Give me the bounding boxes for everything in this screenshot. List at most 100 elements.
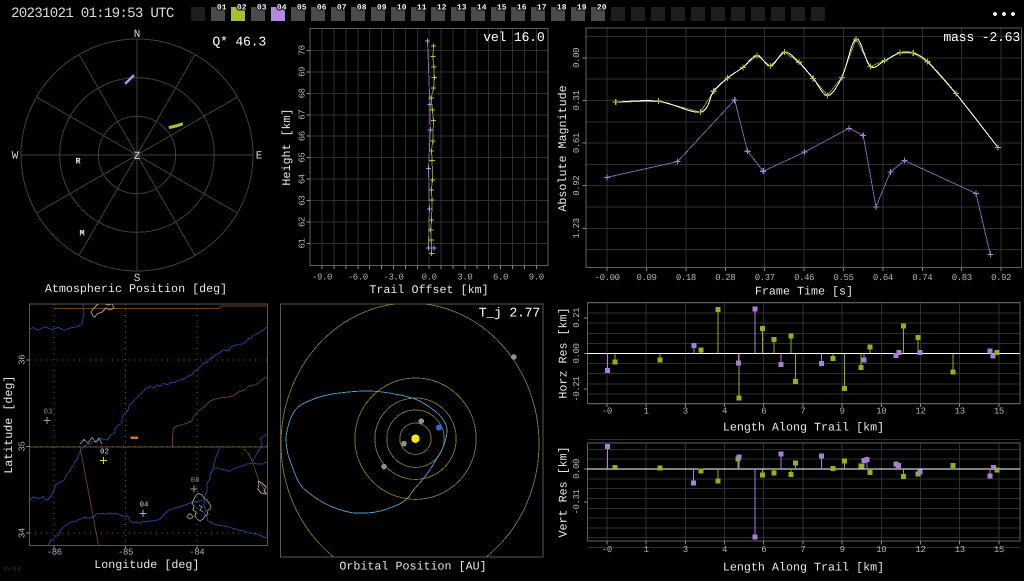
- svg-text:Q* 46.3: Q* 46.3: [212, 35, 266, 50]
- svg-text:10: 10: [876, 407, 886, 417]
- svg-text:62: 62: [298, 217, 308, 227]
- svg-text:-3.0: -3.0: [383, 273, 403, 283]
- svg-text:-84: -84: [189, 548, 204, 558]
- svg-text:1: 1: [644, 407, 649, 417]
- svg-text:6: 6: [761, 407, 766, 417]
- svg-text:W: W: [12, 151, 19, 163]
- svg-text:04: 04: [139, 501, 149, 510]
- svg-text:T_j 2.77: T_j 2.77: [479, 306, 540, 321]
- svg-text:0.31: 0.31: [572, 90, 582, 110]
- svg-text:14: 14: [477, 4, 487, 13]
- svg-text:0.0: 0.0: [422, 273, 437, 283]
- svg-text:E: E: [256, 151, 263, 163]
- svg-text:Length Along Trail [km]: Length Along Trail [km]: [723, 561, 884, 575]
- svg-text:35: 35: [18, 441, 28, 451]
- svg-text:Horz Res [km]: Horz Res [km]: [557, 307, 571, 398]
- svg-text:vel 16.0: vel 16.0: [483, 30, 545, 45]
- svg-text:13: 13: [457, 4, 467, 13]
- svg-text:-85: -85: [118, 548, 133, 558]
- svg-text:-0.00: -0.00: [595, 273, 620, 283]
- svg-text:0.37: 0.37: [755, 273, 775, 283]
- svg-text:0.92: 0.92: [572, 176, 582, 196]
- svg-text:3: 3: [683, 545, 688, 555]
- svg-text:0.18: 0.18: [676, 273, 696, 283]
- svg-text:04: 04: [277, 4, 287, 13]
- svg-text:Height [km]: Height [km]: [280, 108, 294, 185]
- svg-text:06: 06: [317, 4, 327, 13]
- svg-text:10: 10: [876, 545, 886, 555]
- svg-text:-0.21: -0.21: [572, 377, 582, 402]
- svg-text:Latitude [deg]: Latitude [deg]: [2, 376, 16, 474]
- svg-text:Vert Res [km]: Vert Res [km]: [557, 446, 571, 537]
- svg-text:9: 9: [840, 545, 845, 555]
- svg-text:1: 1: [644, 545, 649, 555]
- svg-text:20231021 01:19:53 UTC: 20231021 01:19:53 UTC: [11, 6, 174, 22]
- svg-text:-9.0: -9.0: [312, 273, 332, 283]
- svg-text:05: 05: [297, 4, 307, 13]
- svg-text:7: 7: [800, 545, 805, 555]
- svg-text:13: 13: [955, 407, 965, 417]
- svg-text:0.09: 0.09: [636, 273, 656, 283]
- svg-text:34: 34: [18, 528, 28, 538]
- svg-text:-6.0: -6.0: [348, 273, 368, 283]
- svg-text:01: 01: [217, 4, 227, 13]
- svg-text:08: 08: [190, 476, 199, 485]
- svg-text:Frame Time [s]: Frame Time [s]: [755, 285, 853, 299]
- svg-text:Longitude [deg]: Longitude [deg]: [94, 558, 199, 572]
- svg-text:18: 18: [557, 4, 567, 13]
- svg-text:02: 02: [100, 448, 109, 457]
- svg-text:0.00: 0.00: [572, 459, 582, 479]
- svg-text:3.0: 3.0: [457, 273, 472, 283]
- svg-text:0.00: 0.00: [572, 48, 582, 68]
- svg-text:0.83: 0.83: [952, 273, 972, 283]
- svg-text:08: 08: [357, 4, 367, 13]
- svg-text:Atmospheric Position [deg]: Atmospheric Position [deg]: [45, 282, 227, 296]
- svg-text:63: 63: [298, 196, 308, 206]
- svg-text:03: 03: [257, 4, 267, 13]
- svg-text:66: 66: [298, 131, 308, 141]
- svg-text:69: 69: [298, 67, 308, 77]
- svg-text:0.92: 0.92: [991, 273, 1011, 283]
- svg-text:15: 15: [497, 4, 507, 13]
- svg-text:11: 11: [417, 4, 427, 13]
- svg-text:10: 10: [397, 4, 407, 13]
- svg-text:70: 70: [298, 45, 308, 55]
- svg-text:-0: -0: [602, 407, 612, 417]
- svg-text:0.74: 0.74: [912, 273, 932, 283]
- svg-text:-0: -0: [602, 545, 612, 555]
- svg-text:6: 6: [761, 545, 766, 555]
- svg-text:16: 16: [517, 4, 527, 13]
- svg-text:0.64: 0.64: [873, 273, 893, 283]
- svg-text:7: 7: [800, 407, 805, 417]
- svg-text:1.23: 1.23: [572, 218, 582, 238]
- svg-text:0.21: 0.21: [572, 308, 582, 328]
- svg-text:0.46: 0.46: [794, 273, 814, 283]
- svg-text:68: 68: [298, 88, 308, 98]
- svg-text:Z: Z: [134, 151, 141, 163]
- svg-text:6.0: 6.0: [493, 273, 508, 283]
- svg-text:9.0: 9.0: [529, 273, 544, 283]
- svg-text:0.55: 0.55: [833, 273, 853, 283]
- svg-text:03: 03: [43, 408, 53, 417]
- svg-text:Trail Offset [km]: Trail Offset [km]: [369, 283, 488, 297]
- svg-text:15: 15: [994, 407, 1004, 417]
- svg-text:M: M: [79, 229, 84, 239]
- svg-text:R: R: [75, 157, 81, 167]
- svg-text:Absolute Magnitude: Absolute Magnitude: [556, 85, 570, 211]
- svg-text:0.00: 0.00: [572, 343, 582, 363]
- svg-text:4: 4: [722, 545, 727, 555]
- svg-text:9: 9: [840, 407, 845, 417]
- svg-text:02: 02: [237, 4, 247, 13]
- svg-text:17: 17: [537, 4, 547, 13]
- svg-text:12: 12: [915, 407, 925, 417]
- svg-text:64: 64: [298, 174, 308, 184]
- svg-text:Length Along Trail [km]: Length Along Trail [km]: [723, 421, 884, 435]
- svg-text:20: 20: [597, 4, 607, 13]
- svg-text:-0.31: -0.31: [572, 489, 582, 514]
- svg-text:61: 61: [298, 238, 308, 248]
- svg-text:07: 07: [337, 4, 347, 13]
- svg-text:15: 15: [994, 545, 1004, 555]
- svg-text:N: N: [134, 29, 141, 41]
- svg-text:-86: -86: [47, 548, 62, 558]
- svg-text:19: 19: [577, 4, 587, 13]
